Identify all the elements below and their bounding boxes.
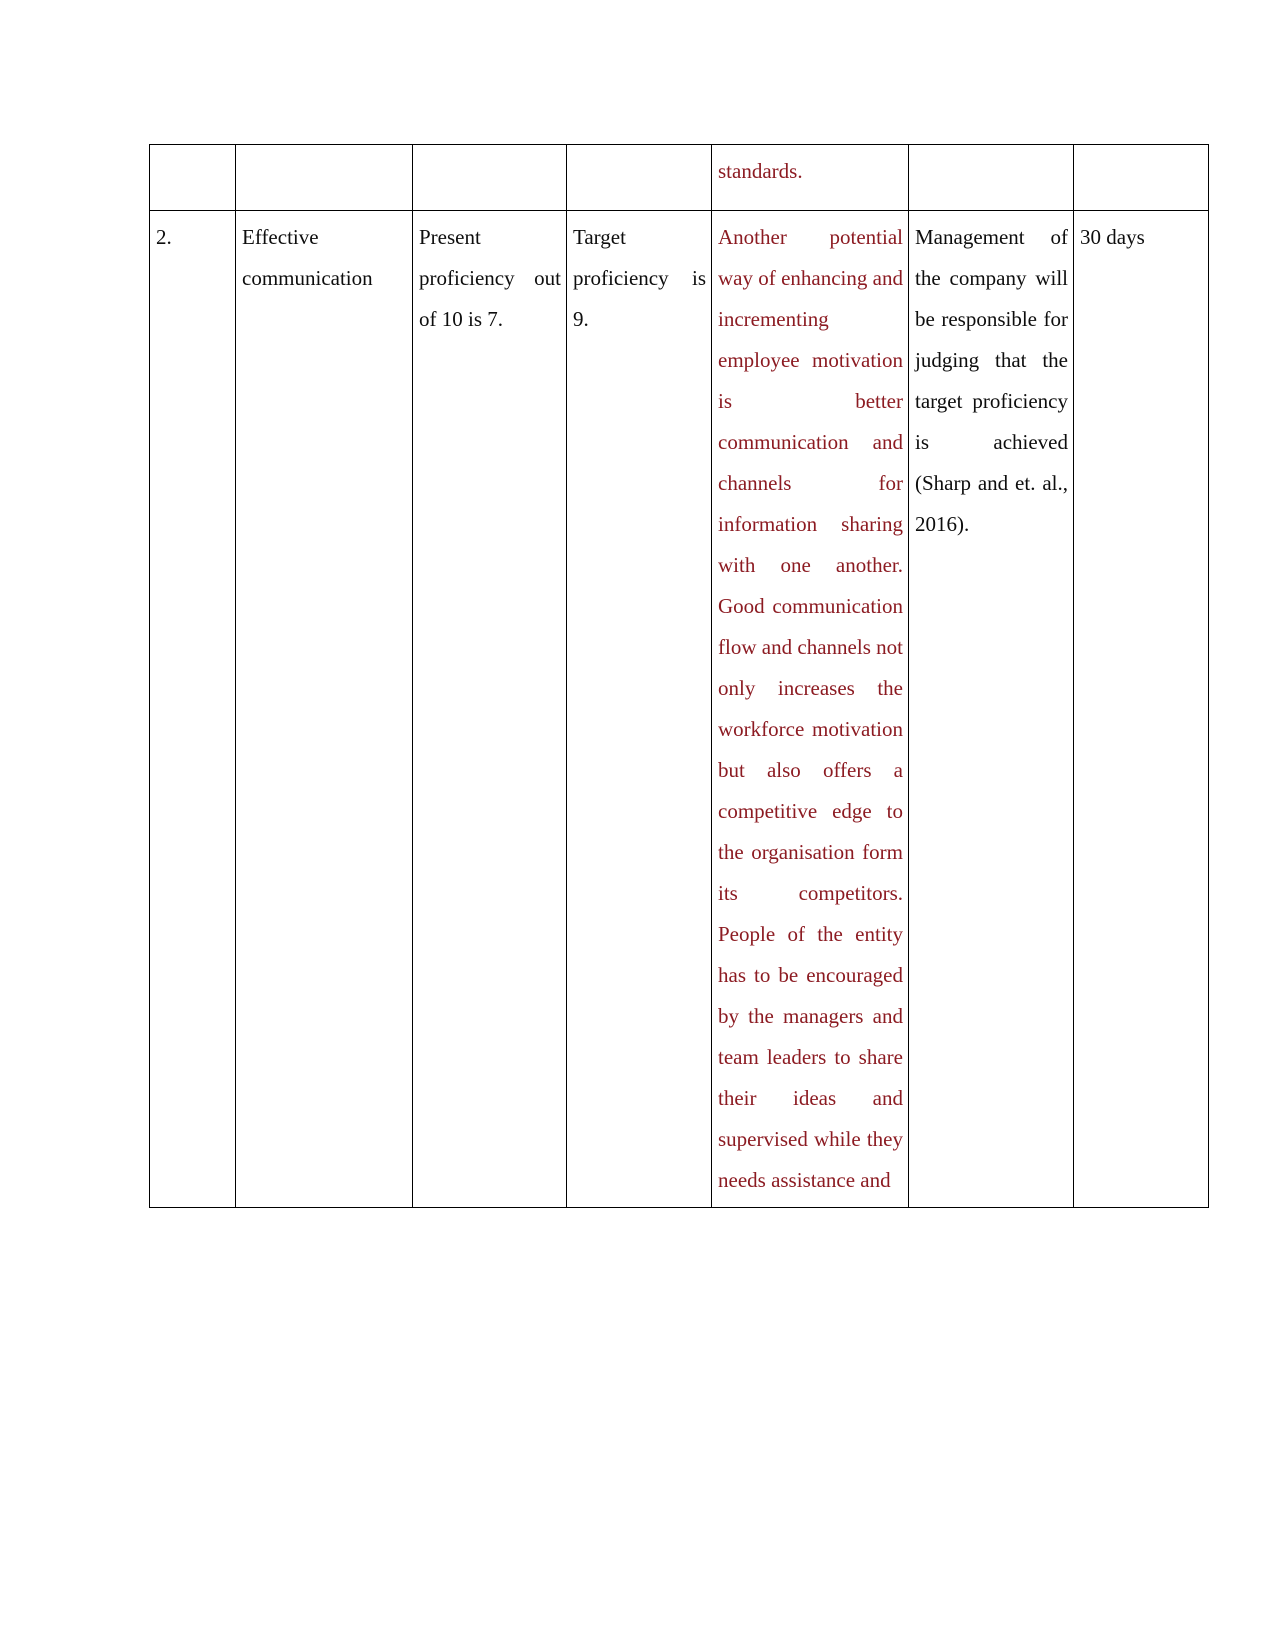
table-row: 2. Effective communication Present profi… [149, 210, 1209, 1208]
cell-row0-col5: standards. [711, 144, 909, 211]
cell-row0-col3 [412, 144, 567, 211]
cell-row1-present-proficiency: Present proficiency out of 10 is 7. [412, 210, 567, 1208]
cell-row0-col2 [235, 144, 413, 211]
cell-row1-objective: Effective communication [235, 210, 413, 1208]
cell-row1-target-proficiency: Target proficiency is 9. [566, 210, 712, 1208]
cell-row1-time-scale: 30 days [1073, 210, 1209, 1208]
document-page: standards. 2. Effective communication Pr… [0, 0, 1275, 1651]
cell-row1-development-opportunities: Another potential way of enhancing and i… [711, 210, 909, 1208]
cell-row0-col4 [566, 144, 712, 211]
cell-row1-criteria-for-judging: Management of the company will be respon… [908, 210, 1074, 1208]
cell-row1-serial-number: 2. [149, 210, 236, 1208]
table-container: standards. 2. Effective communication Pr… [149, 144, 1209, 1208]
cell-row0-col1 [149, 144, 236, 211]
development-plan-table: standards. 2. Effective communication Pr… [149, 144, 1209, 1208]
cell-row0-col6 [908, 144, 1074, 211]
cell-row0-col7 [1073, 144, 1209, 211]
table-row: standards. [149, 144, 1209, 211]
